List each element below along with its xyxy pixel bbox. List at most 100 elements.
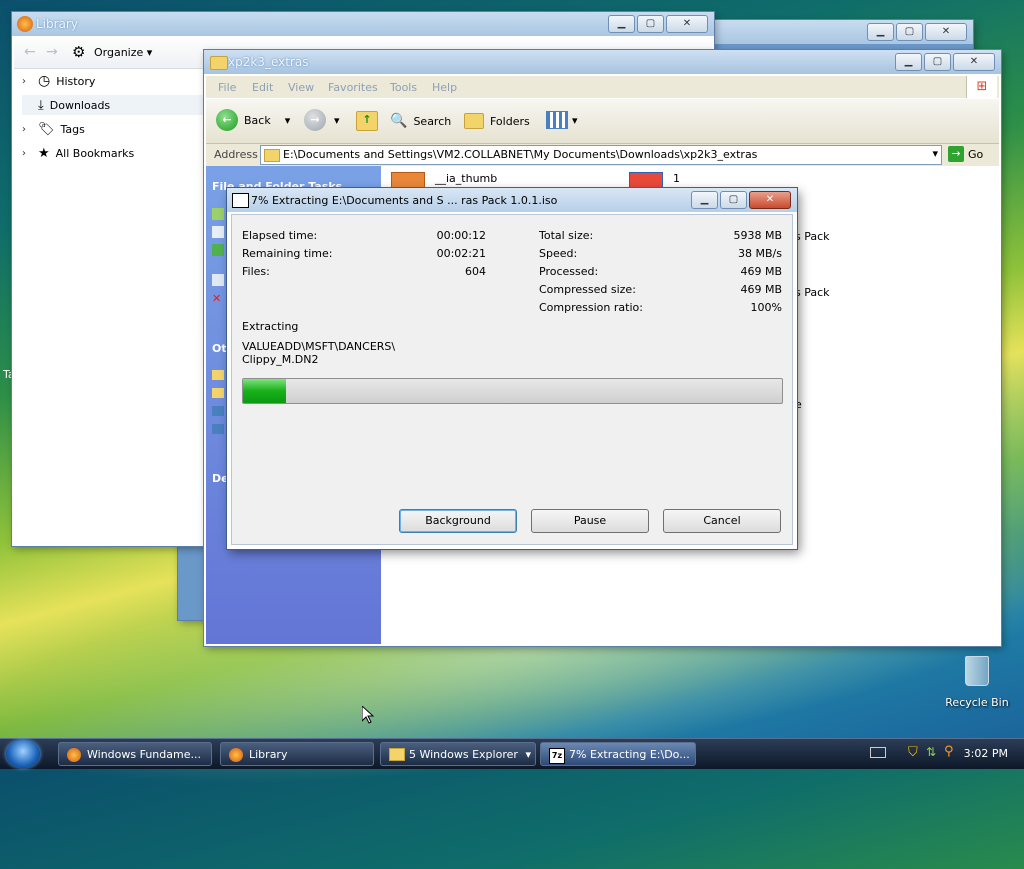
star-icon: ★ — [38, 145, 50, 161]
library-titlebar[interactable]: Library ▁ ▢ ✕ — [12, 12, 714, 36]
minimize-button[interactable]: ▁ — [867, 23, 894, 41]
search-button[interactable]: 🔍 Search — [390, 113, 451, 129]
place-icon[interactable] — [212, 388, 224, 398]
address-value: E:\Documents and Settings\VM2.COLLABNET\… — [283, 148, 758, 161]
extract-titlebar[interactable]: 7z 7% Extracting E:\Documents and S ... … — [227, 188, 797, 212]
forward-button[interactable]: → ▾ — [304, 109, 340, 131]
close-button[interactable]: ✕ — [953, 53, 995, 71]
explorer-titlebar[interactable]: xp2k3_extras ▁ ▢ ✕ — [204, 50, 1001, 74]
task-icon[interactable] — [212, 226, 224, 238]
back-arrow-icon[interactable]: ← — [24, 44, 36, 60]
dropdown-arrow-icon[interactable]: ▾ — [285, 114, 291, 127]
up-folder-icon[interactable]: ↑ — [356, 111, 378, 131]
clock[interactable]: 3:02 PM — [964, 747, 1008, 760]
chevron-right-icon[interactable]: › — [22, 124, 32, 135]
dropdown-arrow-icon[interactable]: ▾ — [334, 114, 340, 127]
tag-icon: 🏷 — [38, 121, 55, 137]
progress-fill — [243, 379, 287, 403]
organize-menu[interactable]: Organize ▾ — [94, 46, 152, 59]
close-button[interactable]: ✕ — [925, 23, 967, 41]
task-icon[interactable] — [212, 274, 224, 286]
taskbar-item-library[interactable]: Library — [220, 742, 374, 766]
sidebar-item-tags[interactable]: › 🏷 Tags — [22, 119, 204, 139]
file-name-partial: s Pack — [795, 230, 830, 243]
back-button[interactable]: ← Back ▾ — [216, 109, 290, 131]
folders-icon — [464, 113, 484, 129]
menu-file[interactable]: File — [218, 81, 236, 94]
dropdown-arrow-icon: ▾ — [572, 113, 578, 127]
extract-dialog: 7z 7% Extracting E:\Documents and S ... … — [227, 188, 797, 549]
menu-edit[interactable]: Edit — [252, 81, 273, 94]
organize-label: Organize — [94, 46, 144, 59]
maximize-button[interactable]: ▢ — [924, 53, 951, 71]
remaining-time-value: 00:02:21 — [436, 247, 486, 260]
sidebar-item-label: History — [56, 74, 96, 88]
taskbar-item-windows-explorer[interactable]: 5 Windows Explorer ▾ — [380, 742, 536, 766]
menu-help[interactable]: Help — [432, 81, 457, 94]
taskbar-item-label: 7% Extracting E:\Do... — [569, 748, 690, 761]
taskbar-item-label: Library — [249, 748, 288, 761]
chevron-right-icon[interactable]: › — [22, 76, 32, 87]
close-button[interactable]: ✕ — [749, 191, 791, 209]
go-button[interactable]: → Go — [948, 146, 983, 162]
views-button[interactable]: ▾ — [546, 111, 578, 129]
sidebar-item-downloads[interactable]: ⤓ Downloads — [22, 95, 204, 115]
processed-label: Processed: — [539, 265, 599, 278]
maximize-button[interactable]: ▢ — [720, 191, 747, 209]
place-icon[interactable] — [212, 424, 224, 434]
folder-icon — [389, 748, 405, 761]
minimize-button[interactable]: ▁ — [691, 191, 718, 209]
start-button[interactable] — [6, 740, 40, 768]
background-button[interactable]: Background — [399, 509, 517, 533]
recycle-bin-label: Recycle Bin — [945, 696, 1009, 709]
address-label: Address — [214, 148, 258, 161]
pause-button[interactable]: Pause — [531, 509, 649, 533]
download-icon: ⤓ — [38, 97, 44, 113]
7zip-icon: 7z — [549, 748, 565, 764]
elapsed-time-value: 00:00:12 — [436, 229, 486, 242]
task-icon[interactable] — [212, 244, 224, 256]
keyboard-icon[interactable] — [870, 747, 886, 758]
dropdown-arrow-icon[interactable]: ▾ — [525, 743, 531, 765]
dropdown-arrow-icon[interactable]: ▾ — [932, 147, 938, 160]
close-button[interactable]: ✕ — [666, 15, 708, 33]
status-text: Extracting — [242, 320, 299, 333]
minimize-button[interactable]: ▁ — [895, 53, 922, 71]
taskbar-item-7zip-extracting[interactable]: 7z 7% Extracting E:\Do... — [540, 742, 696, 766]
task-icon[interactable] — [212, 208, 224, 220]
other-places-header[interactable]: Ot — [212, 342, 227, 355]
sidebar-item-label: Downloads — [49, 98, 111, 112]
network-icon[interactable]: ⇅ — [926, 745, 936, 759]
delete-icon[interactable]: ✕ — [212, 292, 221, 305]
compression-ratio-label: Compression ratio: — [539, 301, 643, 314]
place-icon[interactable] — [212, 370, 224, 380]
forward-arrow-icon[interactable]: → — [46, 44, 58, 60]
folder-icon — [210, 56, 228, 70]
recycle-bin[interactable]: Recycle Bin — [942, 656, 1012, 709]
minimize-button[interactable]: ▁ — [608, 15, 635, 33]
processed-value: 469 MB — [740, 265, 782, 278]
speed-value: 38 MB/s — [738, 247, 782, 260]
maximize-button[interactable]: ▢ — [637, 15, 664, 33]
menu-favorites[interactable]: Favorites — [328, 81, 378, 94]
cancel-button[interactable]: Cancel — [663, 509, 781, 533]
place-icon[interactable] — [212, 406, 224, 416]
search-label: Search — [413, 114, 452, 128]
sidebar-item-history[interactable]: › ◷ History — [22, 71, 204, 91]
go-label: Go — [968, 147, 984, 161]
search-icon[interactable]: ⚲ — [944, 744, 954, 759]
library-title: Library — [36, 17, 78, 31]
folders-button[interactable]: Folders — [464, 113, 530, 129]
menu-view[interactable]: View — [288, 81, 314, 94]
speed-label: Speed: — [539, 247, 578, 260]
taskbar-item-windows-fundamentals[interactable]: Windows Fundame... — [58, 742, 212, 766]
sidebar-item-all-bookmarks[interactable]: › ★ All Bookmarks — [22, 143, 204, 163]
menu-tools[interactable]: Tools — [390, 81, 417, 94]
remaining-time-label: Remaining time: — [242, 247, 333, 260]
folders-label: Folders — [490, 114, 530, 128]
address-field[interactable]: E:\Documents and Settings\VM2.COLLABNET\… — [260, 145, 942, 165]
chevron-right-icon[interactable]: › — [22, 148, 32, 159]
folder-icon — [264, 149, 280, 162]
shield-icon[interactable]: ⛉ — [908, 745, 918, 760]
maximize-button[interactable]: ▢ — [896, 23, 923, 41]
